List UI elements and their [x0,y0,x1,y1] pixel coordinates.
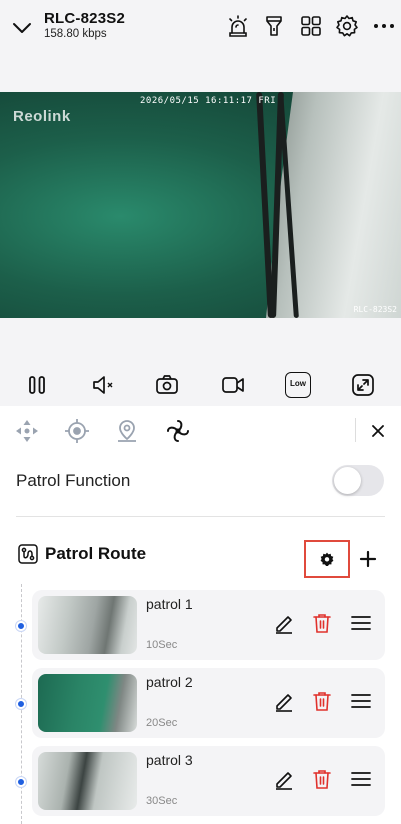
add-patrol-button[interactable] [358,549,378,569]
ptz-panel: Patrol Function Patrol Route patrol 1 10S… [0,406,401,824]
snapshot-icon[interactable] [154,372,180,398]
timeline-dot [16,777,26,787]
patrol-thumbnail [38,752,137,810]
header: RLC-823S2 158.80 kbps [0,0,401,92]
fullscreen-icon[interactable] [350,372,376,398]
edit-icon[interactable] [273,690,295,712]
patrol-card[interactable]: patrol 3 30Sec [32,746,385,816]
patrol-card[interactable]: patrol 2 20Sec [32,668,385,738]
more-icon[interactable] [372,14,396,38]
spotlight-icon[interactable] [262,14,286,38]
patrol-thumbnail [38,596,137,654]
drag-handle-icon[interactable] [350,612,372,634]
video-timestamp: 2026/05/15 16:11:17 FRI [140,96,277,106]
edit-icon[interactable] [273,768,295,790]
siren-icon[interactable] [226,14,250,38]
patrol-name: patrol 2 [146,674,193,690]
device-name: RLC-823S2 [44,10,125,27]
camera-label-overlay: RLC-823S2 [353,305,397,314]
patrol-duration: 20Sec [146,717,178,729]
patrol-thumbnail [38,674,137,732]
toggle-knob [334,467,361,494]
patrol-name: patrol 3 [146,752,193,768]
delete-icon[interactable] [311,768,333,790]
pause-icon[interactable] [24,372,50,398]
record-icon[interactable] [220,372,246,398]
quality-label: Low [290,379,306,388]
patrol-card[interactable]: patrol 1 10Sec [32,590,385,660]
patrol-route-title: Patrol Route [45,544,147,563]
drag-handle-icon[interactable] [350,768,372,790]
delete-icon[interactable] [311,690,333,712]
live-video-view[interactable]: 2026/05/15 16:11:17 FRI Reolink RLC-823S… [0,92,401,318]
edit-icon[interactable] [273,612,295,634]
patrol-route-icon [18,544,38,564]
divider [16,516,385,517]
patrol-duration: 10Sec [146,639,178,651]
tab-separator [355,418,356,442]
grid-icon[interactable] [299,14,323,38]
patrol-name: patrol 1 [146,596,193,612]
drag-handle-icon[interactable] [350,690,372,712]
patrol-icon[interactable] [165,418,191,444]
quality-button[interactable]: Low [285,372,311,398]
playback-toolbar: Low [0,318,401,406]
mute-icon[interactable] [90,372,116,398]
gear-icon[interactable] [335,14,359,38]
location-pin-icon[interactable] [114,418,140,444]
delete-icon[interactable] [311,612,333,634]
timeline-dot [16,621,26,631]
route-settings-button[interactable] [304,540,350,578]
brand-watermark: Reolink [13,108,71,125]
close-icon[interactable] [369,422,387,440]
patrol-duration: 30Sec [146,795,178,807]
ptz-direction-icon[interactable] [14,418,40,444]
patrol-function-label: Patrol Function [16,471,131,490]
timeline-dot [16,699,26,709]
patrol-function-toggle[interactable] [332,465,384,496]
chevron-down-icon[interactable] [12,18,32,38]
bitrate-label: 158.80 kbps [44,28,107,40]
preset-icon[interactable] [64,418,90,444]
gear-icon [320,552,334,566]
